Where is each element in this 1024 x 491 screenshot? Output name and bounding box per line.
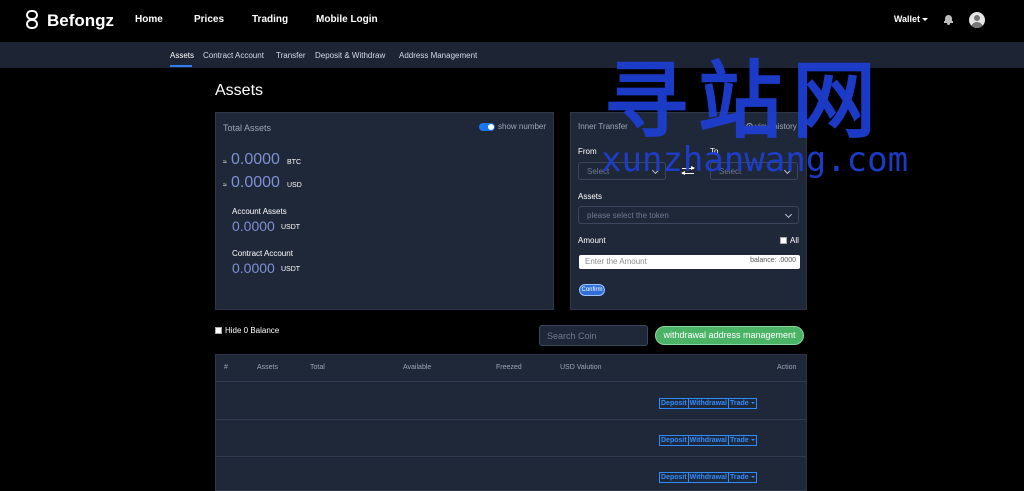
usd-total-value: 0.0000 xyxy=(231,174,280,191)
table-row-actions: Deposit Withdrawal Trade xyxy=(659,472,757,483)
assets-table: # Assets Total Available Freezed USD Val… xyxy=(215,354,807,491)
table-header-available: Available xyxy=(403,364,432,371)
table-header-index: # xyxy=(224,364,228,371)
nav-prices[interactable]: Prices xyxy=(194,14,224,25)
all-label: All xyxy=(790,236,799,245)
withdrawal-button[interactable]: Withdrawal xyxy=(688,398,729,409)
watermark-latin: xunzhanwang.com xyxy=(601,140,909,180)
subnav-deposit-withdraw[interactable]: Deposit & Withdraw xyxy=(315,51,385,60)
contract-account-value: 0.0000 xyxy=(232,260,275,276)
trade-dropdown[interactable]: Trade xyxy=(728,472,757,483)
search-coin-input[interactable]: Search Coin xyxy=(539,325,648,346)
table-header-total: Total xyxy=(310,364,325,371)
usd-unit: USD xyxy=(287,182,302,189)
avatar[interactable] xyxy=(969,12,985,28)
account-assets-unit: USDT xyxy=(281,224,301,231)
row-divider xyxy=(216,456,806,457)
nav-mobile-login[interactable]: Mobile Login xyxy=(316,14,378,25)
trade-label: Trade xyxy=(729,400,749,407)
bell-icon[interactable] xyxy=(944,14,953,25)
table-header-assets: Assets xyxy=(257,364,279,371)
hide-zero-label: Hide 0 Balance xyxy=(225,326,280,335)
trade-label: Trade xyxy=(729,474,749,481)
token-select[interactable]: please select the token xyxy=(578,206,799,224)
amount-input-placeholder: Enter the Amount xyxy=(585,257,647,266)
table-header-action: Action xyxy=(777,364,797,371)
approx-sign: ≈ xyxy=(223,159,227,166)
caret-down-icon xyxy=(750,439,755,442)
show-number-label: show number xyxy=(498,122,547,131)
brand-logo[interactable]: Befongz xyxy=(25,10,114,31)
hide-zero-checkbox[interactable] xyxy=(215,327,222,334)
amount-label: Amount xyxy=(578,236,606,245)
trade-label: Trade xyxy=(729,437,749,444)
trade-dropdown[interactable]: Trade xyxy=(728,398,757,409)
nav-home[interactable]: Home xyxy=(135,14,163,25)
hide-zero-balance: Hide 0 Balance xyxy=(215,326,279,335)
account-assets-value: 0.0000 xyxy=(232,218,275,234)
chevron-down-icon xyxy=(784,210,793,219)
total-assets-card: Total Assets show number ≈ 0.0000 BTC ≈ … xyxy=(215,112,554,310)
caret-down-icon xyxy=(922,18,928,22)
table-row-actions: Deposit Withdrawal Trade xyxy=(659,398,757,409)
active-tab-indicator xyxy=(170,65,192,67)
deposit-button[interactable]: Deposit xyxy=(659,398,689,409)
brand-name: Befongz xyxy=(47,10,115,30)
table-row-actions: Deposit Withdrawal Trade xyxy=(659,435,757,446)
contract-account-unit: USDT xyxy=(281,266,301,273)
subnav-transfer[interactable]: Transfer xyxy=(276,51,306,60)
table-header-usd-valution: USD Valution xyxy=(560,364,602,371)
withdrawal-button[interactable]: Withdrawal xyxy=(688,472,729,483)
nav-trading[interactable]: Trading xyxy=(252,14,288,25)
deposit-button[interactable]: Deposit xyxy=(659,435,689,446)
assets-label: Assets xyxy=(578,192,603,201)
account-assets-label: Account Assets xyxy=(232,207,287,216)
from-label: From xyxy=(578,147,597,156)
withdrawal-button[interactable]: Withdrawal xyxy=(688,435,729,446)
trade-dropdown[interactable]: Trade xyxy=(728,435,757,446)
balance-text: balance: .0000 xyxy=(750,257,796,264)
logo-icon xyxy=(25,10,39,31)
subnav-assets[interactable]: Assets xyxy=(170,51,194,60)
subnav-contract-account[interactable]: Contract Account xyxy=(203,51,264,60)
btc-total-value: 0.0000 xyxy=(231,151,280,168)
wallet-label: Wallet xyxy=(893,14,920,24)
confirm-button[interactable]: Confirm xyxy=(579,284,605,296)
search-coin-placeholder: Search Coin xyxy=(547,331,597,341)
caret-down-icon xyxy=(750,402,755,405)
row-divider xyxy=(216,381,806,382)
token-select-placeholder: please select the token xyxy=(587,211,669,220)
wallet-dropdown[interactable]: Wallet xyxy=(894,14,928,24)
total-assets-title: Total Assets xyxy=(223,123,272,133)
all-checkbox[interactable] xyxy=(780,237,787,244)
approx-sign: ≈ xyxy=(223,182,227,189)
deposit-button[interactable]: Deposit xyxy=(659,472,689,483)
show-number-toggle[interactable] xyxy=(479,123,495,131)
subnav-address-management[interactable]: Address Management xyxy=(399,51,477,60)
contract-account-label: Contract Account xyxy=(232,249,293,258)
caret-down-icon xyxy=(750,476,755,479)
watermark-chinese: 寻站网 xyxy=(604,52,887,150)
row-divider xyxy=(216,419,806,420)
page-title: Assets xyxy=(215,82,264,99)
withdrawal-address-management-button[interactable]: withdrawal address management xyxy=(655,326,804,345)
table-header-freezed: Freezed xyxy=(496,364,522,371)
amount-input[interactable]: Enter the Amount balance: .0000 xyxy=(579,255,800,269)
btc-unit: BTC xyxy=(287,159,301,166)
